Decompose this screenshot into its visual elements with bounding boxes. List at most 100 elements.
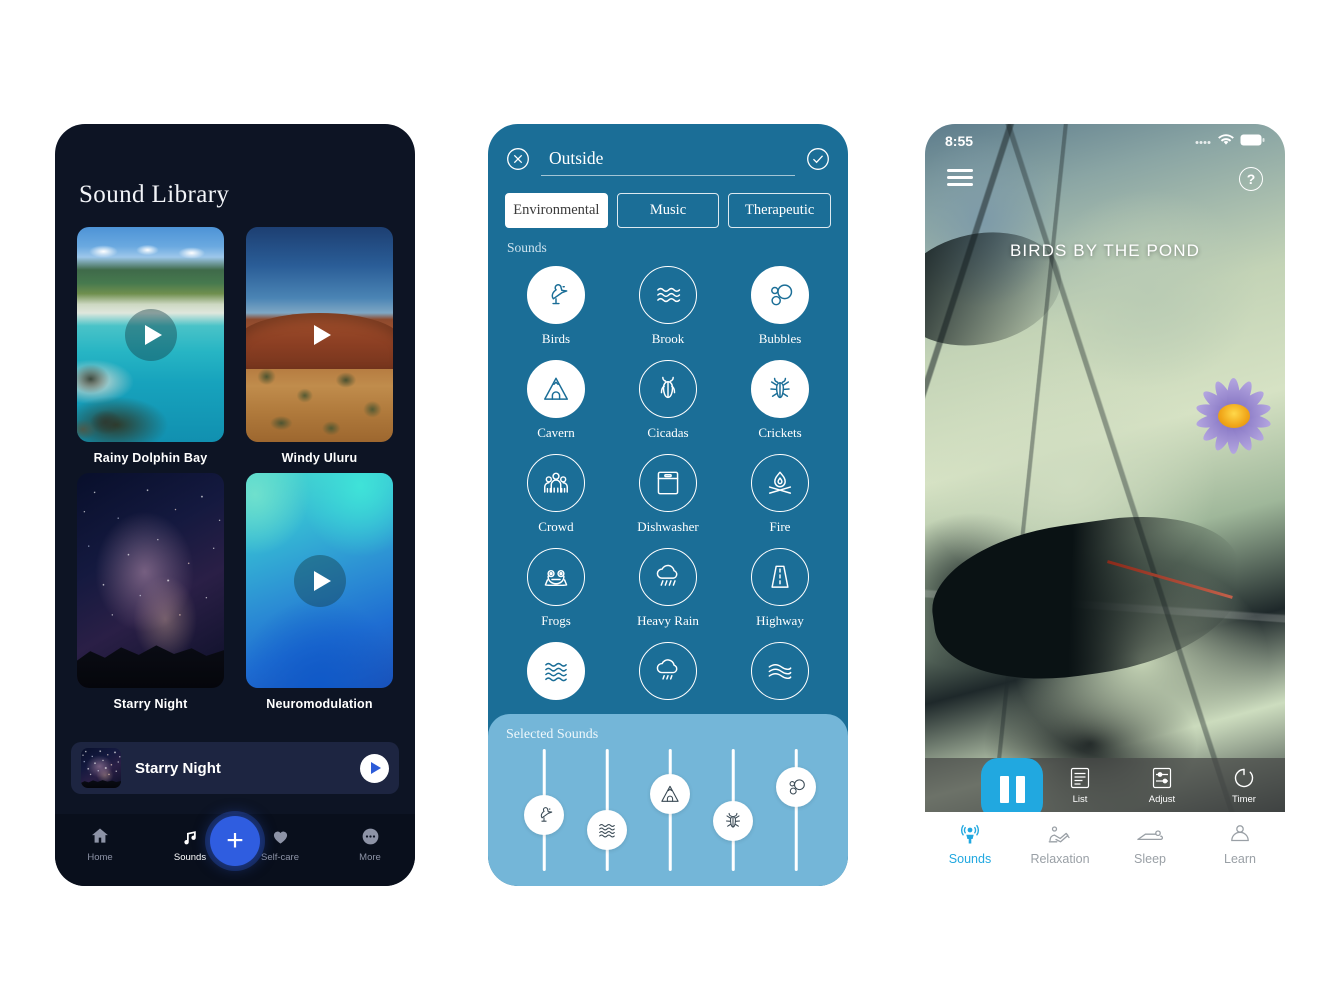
control-label: Adjust <box>1148 794 1176 805</box>
timer-button[interactable]: Timer <box>1217 765 1271 805</box>
tab-sounds[interactable]: Sounds <box>930 821 1010 866</box>
crowd-icon[interactable] <box>527 454 585 512</box>
check-circle-icon[interactable] <box>805 146 831 177</box>
sound-card-rainy-dolphin-bay[interactable]: Rainy Dolphin Bay <box>77 227 224 465</box>
sound-item-heavy-rain[interactable]: Heavy Rain <box>612 548 724 629</box>
sound-label: Cicadas <box>647 425 689 440</box>
sound-item-cicadas[interactable]: Cicadas <box>612 360 724 441</box>
ellipsis-icon <box>336 824 404 848</box>
sound-item-14[interactable] <box>724 642 836 700</box>
status-bar: 8:55 <box>925 124 1285 158</box>
adjust-button[interactable]: Adjust <box>1135 765 1189 805</box>
card-caption: Starry Night <box>113 697 188 711</box>
now-playing-bar[interactable]: Starry Night <box>71 742 399 794</box>
tab-sleep[interactable]: Sleep <box>1110 821 1190 866</box>
play-icon[interactable] <box>124 308 177 361</box>
sound-item-crickets[interactable]: Crickets <box>724 360 836 441</box>
sound-card-neuromodulation[interactable]: Neuromodulation <box>246 473 393 711</box>
sound-item-frogs[interactable]: Frogs <box>500 548 612 629</box>
category-music[interactable]: Music <box>616 193 720 228</box>
help-circle-icon[interactable]: ? <box>1239 167 1263 191</box>
slider-knob-bird[interactable] <box>524 794 564 835</box>
card-artwork[interactable] <box>77 227 224 442</box>
bed-icon <box>1110 821 1190 849</box>
sound-item-birds[interactable]: Birds <box>500 266 612 347</box>
light-rain-icon[interactable] <box>639 642 697 700</box>
frog-icon[interactable] <box>527 548 585 606</box>
dishwasher-icon[interactable] <box>639 454 697 512</box>
tab-more[interactable]: More <box>336 824 404 863</box>
recliner-icon <box>1020 821 1100 849</box>
volume-slider-bubbles[interactable] <box>768 749 824 871</box>
sound-item-bubbles[interactable]: Bubbles <box>724 266 836 347</box>
card-artwork[interactable] <box>246 473 393 688</box>
volume-slider-bird[interactable] <box>516 749 572 871</box>
slider-knob-bubbles[interactable] <box>776 767 816 808</box>
list-button[interactable]: List <box>1053 765 1107 805</box>
scene-artwork <box>925 124 1285 812</box>
volume-slider-ocean[interactable] <box>579 749 635 871</box>
bubbles-icon[interactable] <box>751 266 809 324</box>
water-lily-flower <box>1190 372 1278 460</box>
sound-item-dishwasher[interactable]: Dishwasher <box>612 454 724 535</box>
sound-item-12[interactable] <box>500 642 612 700</box>
sound-item-brook[interactable]: Brook <box>612 266 724 347</box>
slider-knob-cavern[interactable] <box>650 773 690 814</box>
heavy-rain-icon[interactable] <box>639 548 697 606</box>
sound-card-starry-night[interactable]: Starry Night <box>77 473 224 711</box>
tab-label: Home <box>87 852 113 863</box>
sound-item-crowd[interactable]: Crowd <box>500 454 612 535</box>
sound-label: Cavern <box>537 425 575 440</box>
highway-icon[interactable] <box>751 548 809 606</box>
sound-item-13[interactable] <box>612 642 724 700</box>
tab-relaxation[interactable]: Relaxation <box>1020 821 1100 866</box>
sound-label: Fire <box>769 519 791 534</box>
lilypad-veins <box>925 124 1285 812</box>
control-label: List <box>1072 794 1088 805</box>
wind-icon[interactable] <box>751 642 809 700</box>
card-caption: Windy Uluru <box>281 451 358 465</box>
play-icon[interactable] <box>360 753 389 783</box>
sound-label: Heavy Rain <box>637 613 699 628</box>
hamburger-icon[interactable] <box>947 169 973 186</box>
signal-dots-icon <box>1195 133 1212 149</box>
pause-icon[interactable] <box>981 758 1043 820</box>
category-therapeutic[interactable]: Therapeutic <box>728 193 832 228</box>
campfire-icon[interactable] <box>751 454 809 512</box>
bird-icon[interactable] <box>527 266 585 324</box>
section-label: Sounds <box>507 240 547 255</box>
slider-knob-cricket[interactable] <box>713 801 753 842</box>
sound-label: Crickets <box>758 425 802 440</box>
category-environmental[interactable]: Environmental <box>505 193 608 228</box>
tab-home[interactable]: Home <box>66 824 134 863</box>
ocean-icon[interactable] <box>527 642 585 700</box>
volume-slider-cricket[interactable] <box>705 749 761 871</box>
sound-item-fire[interactable]: Fire <box>724 454 836 535</box>
album-thumb <box>81 748 121 788</box>
slider-knob-ocean[interactable] <box>587 809 627 850</box>
cavern-icon[interactable] <box>527 360 585 418</box>
category-tabs: Environmental Music Therapeutic <box>505 193 832 228</box>
sound-item-cavern[interactable]: Cavern <box>500 360 612 441</box>
sliders-icon <box>1135 765 1189 791</box>
sound-card-grid: Rainy Dolphin Bay Windy Uluru Starry Nig… <box>77 227 393 711</box>
sound-item-highway[interactable]: Highway <box>724 548 836 629</box>
cricket-icon[interactable] <box>751 360 809 418</box>
play-icon[interactable] <box>293 554 346 607</box>
transport-bar: List Adjust Timer <box>925 758 1285 812</box>
tab-label: Sleep <box>1134 852 1166 866</box>
tab-learn[interactable]: Learn <box>1200 821 1280 866</box>
card-artwork[interactable] <box>77 473 224 688</box>
card-artwork[interactable] <box>246 227 393 442</box>
sound-label: Birds <box>541 331 571 346</box>
volume-slider-cavern[interactable] <box>642 749 698 871</box>
play-icon[interactable] <box>294 309 346 361</box>
waves-icon[interactable] <box>639 266 697 324</box>
tab-label: Sounds <box>948 852 992 866</box>
add-button[interactable]: + <box>210 816 260 866</box>
cicada-icon[interactable] <box>639 360 697 418</box>
sound-card-windy-uluru[interactable]: Windy Uluru <box>246 227 393 465</box>
sounds-person-icon <box>930 821 1010 849</box>
search-input[interactable] <box>541 147 795 176</box>
close-circle-icon[interactable] <box>505 146 531 177</box>
